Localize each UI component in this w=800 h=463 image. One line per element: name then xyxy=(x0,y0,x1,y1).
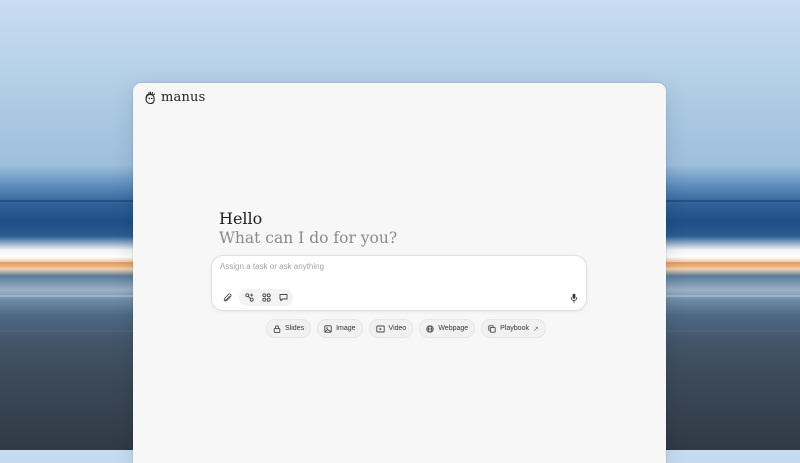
external-link-icon: ↗ xyxy=(532,325,539,333)
quick-action-label: Video xyxy=(388,325,407,332)
task-input[interactable] xyxy=(220,262,550,271)
task-composer xyxy=(211,255,587,311)
manus-hand-logo-icon xyxy=(143,90,157,105)
quick-action-label: Slides xyxy=(285,325,305,332)
lock-icon xyxy=(273,324,281,333)
quick-actions: Slides Image Video Webpage Playbook ↗ xyxy=(266,319,546,338)
quick-action-image[interactable]: Image xyxy=(317,319,363,338)
quick-action-webpage[interactable]: Webpage xyxy=(419,319,476,338)
quick-action-label: Webpage xyxy=(438,325,469,332)
greeting-title: Hello xyxy=(219,209,263,228)
paperclip-icon[interactable] xyxy=(220,291,234,305)
quick-action-label: Playbook xyxy=(500,325,529,332)
microphone-icon[interactable] xyxy=(567,291,581,305)
video-icon xyxy=(375,325,385,332)
app-window: manus Hello What can I do for you? Assig… xyxy=(133,83,666,463)
app-name: manus xyxy=(161,90,206,105)
connectors-icon[interactable] xyxy=(242,291,256,305)
quick-action-video[interactable]: Video xyxy=(368,319,414,338)
quick-action-slides[interactable]: Slides xyxy=(266,319,312,338)
greeting-subtitle: What can I do for you? xyxy=(219,229,398,247)
tool-group xyxy=(239,289,293,306)
apps-grid-icon[interactable] xyxy=(259,291,273,305)
globe-icon xyxy=(426,324,434,333)
chat-bubble-icon[interactable] xyxy=(276,291,290,305)
brand[interactable]: manus xyxy=(143,90,206,105)
quick-action-playbook[interactable]: Playbook ↗ xyxy=(481,319,546,338)
quick-action-label: Image xyxy=(336,325,356,332)
copy-icon xyxy=(488,324,496,333)
image-icon xyxy=(324,324,332,333)
